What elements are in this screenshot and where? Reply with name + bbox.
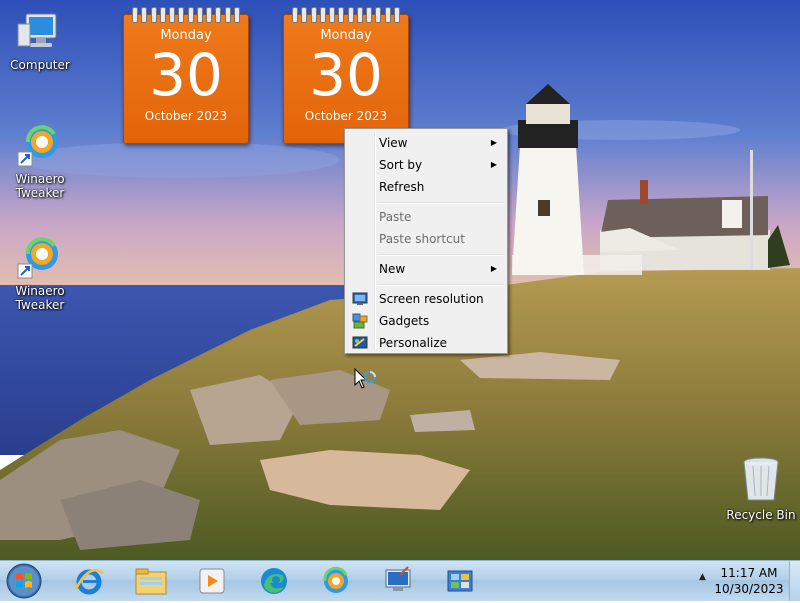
desktop-icon-label: Recycle Bin [726,508,796,522]
desktop-icon-label: Computer [10,58,70,72]
media-player-icon [199,568,225,594]
winaero-tweaker-icon [323,566,348,593]
show-desktop-button[interactable] [789,561,800,601]
winaero-tweaker-icon [16,234,64,282]
screen-resolution-icon [352,291,368,307]
submenu-arrow-icon: ▶ [490,264,497,273]
file-explorer-icon [135,568,167,595]
menu-item-paste-shortcut[interactable]: Paste shortcut [348,228,504,250]
desktop-icon-label: Winaero Tweaker [15,172,65,200]
calendar-month: October 2023 [304,109,388,123]
menu-separator [377,202,504,204]
desktop-icon-winaero-tweaker[interactable]: Winaero Tweaker [2,122,78,200]
menu-item-refresh[interactable]: Refresh [348,176,504,198]
desktop-icon-label: Winaero Tweaker [15,284,65,312]
desktop-icon-computer[interactable]: Computer [2,8,78,72]
menu-item-paste[interactable]: Paste [348,206,504,228]
menu-item-label: Gadgets [379,314,430,328]
desktop-icon-winaero-tweaker-2[interactable]: Winaero Tweaker [2,234,78,312]
control-panel-icon [447,570,473,592]
submenu-arrow-icon: ▶ [490,160,497,169]
taskbar-remote-desktop[interactable] [372,563,424,599]
menu-item-label: Paste shortcut [379,232,465,246]
taskbar: ▲ 11:17 AM 10/30/2023 [0,560,800,601]
menu-item-label: Refresh [379,180,425,194]
start-button[interactable] [4,562,44,600]
calendar-gadget[interactable]: Monday 30 October 2023 [123,7,249,144]
calendar-date: 30 [149,41,223,109]
desktop-context-menu: View ▶ Sort by ▶ Refresh Paste Paste sho… [344,128,508,354]
menu-item-label: New [379,262,406,276]
desktop-icon-recycle-bin[interactable]: Recycle Bin [726,456,796,522]
menu-item-gadgets[interactable]: Gadgets [348,310,504,332]
menu-item-label: Paste [379,210,412,224]
calendar-month: October 2023 [144,109,228,123]
menu-item-sort-by[interactable]: Sort by ▶ [348,154,504,176]
taskbar-winaero-tweaker[interactable] [310,563,362,599]
edge-icon [261,568,287,594]
menu-item-label: View [379,136,408,150]
taskbar-internet-explorer[interactable] [63,563,115,599]
internet-explorer-icon [74,569,104,595]
calendar-date: 30 [309,41,383,109]
taskbar-edge[interactable] [248,563,300,599]
calendar-binding-rings [132,7,240,23]
menu-item-label: Screen resolution [379,292,484,306]
personalize-icon [352,335,368,351]
remote-desktop-icon [385,566,411,591]
show-hidden-icons-button[interactable]: ▲ [699,572,706,582]
gadgets-icon [352,313,368,329]
menu-item-personalize[interactable]: Personalize [348,332,504,354]
taskbar-control-panel[interactable] [434,563,486,599]
menu-item-label: Sort by [379,158,423,172]
menu-separator [377,284,504,286]
calendar-binding-rings [292,7,400,23]
menu-item-view[interactable]: View ▶ [348,132,504,154]
clock-time: 11:17 AM [720,566,778,580]
winaero-tweaker-icon [16,122,64,170]
taskbar-file-explorer[interactable] [125,563,177,599]
busy-cursor-icon [354,367,380,397]
taskbar-clock[interactable]: 11:17 AM 10/30/2023 [712,565,786,597]
menu-item-new[interactable]: New ▶ [348,258,504,280]
computer-icon [16,8,64,56]
submenu-arrow-icon: ▶ [490,138,497,147]
taskbar-media-player[interactable] [186,563,238,599]
windows-logo-icon [6,563,42,599]
calendar-gadget-2[interactable]: Monday 30 October 2023 [283,7,409,144]
menu-item-label: Personalize [379,336,448,350]
recycle-bin-icon [739,456,783,504]
menu-item-screen-resolution[interactable]: Screen resolution [348,288,504,310]
menu-separator [377,254,504,256]
clock-date: 10/30/2023 [714,582,784,596]
